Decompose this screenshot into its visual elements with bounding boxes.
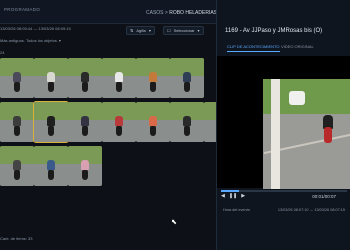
car bbox=[289, 91, 305, 105]
sort-label: Agilis bbox=[136, 28, 146, 33]
results-count: 24 bbox=[0, 50, 5, 55]
objects-filter[interactable]: Más antiguos. Todos los objetos ▾ bbox=[0, 38, 61, 43]
thumbnail[interactable] bbox=[0, 58, 34, 98]
video-frame bbox=[263, 79, 350, 189]
chevron-down-icon: ▾ bbox=[58, 38, 61, 43]
thumbnail[interactable] bbox=[68, 102, 102, 142]
thumbnail[interactable] bbox=[102, 58, 136, 98]
pause-icon[interactable]: ❚❚ bbox=[229, 193, 237, 199]
thumbnail[interactable] bbox=[68, 58, 102, 98]
pole bbox=[271, 79, 280, 189]
date-range[interactable]: 13/03/26 08:05:44 — 13/03/26 08:09:15 bbox=[0, 26, 71, 31]
thumbnail[interactable] bbox=[33, 101, 69, 143]
sort-select[interactable]: ⇅ Agilis ▾ bbox=[126, 26, 155, 35]
previous-icon[interactable]: ◀ bbox=[221, 193, 225, 199]
camera-title: 1169 - Av JJPaso y JMRosas bis (O) bbox=[225, 28, 323, 34]
motorcycle bbox=[321, 115, 335, 143]
select-label: Seleccionar bbox=[173, 28, 195, 33]
items-count: Cant. de items: 33 bbox=[0, 236, 33, 241]
thumbnail[interactable] bbox=[68, 146, 102, 186]
select-icon: ☐ bbox=[167, 28, 171, 33]
thumbnail[interactable] bbox=[136, 58, 170, 98]
thumbnail[interactable] bbox=[170, 58, 204, 98]
objects-filter-label: Más antiguos. Todos los objetos bbox=[0, 38, 57, 43]
thumbnail[interactable] bbox=[170, 102, 204, 142]
tab-bar: CLIP DE ACONTECIMIENTO VIDEO ORIGINAL bbox=[217, 44, 350, 53]
mouse-cursor-icon: ⬉ bbox=[171, 219, 177, 226]
select-dropdown[interactable]: ☐ Seleccionar ▾ bbox=[163, 26, 204, 35]
event-time-label: Hora del evento bbox=[223, 208, 250, 212]
video-progress-bar[interactable] bbox=[221, 190, 347, 192]
event-time-value: 13/03/26 08:07:10 → 13/03/26 08:07:15 bbox=[277, 208, 345, 212]
detail-panel: 1169 - Av JJPaso y JMRosas bis (O) CLIP … bbox=[216, 0, 350, 250]
event-meta: Hora del evento 13/03/26 08:07:10 → 13/0… bbox=[223, 208, 345, 212]
results-panel: 13/03/26 08:05:44 — 13/03/26 08:09:15 ⇅ … bbox=[0, 0, 238, 250]
thumbnail[interactable] bbox=[0, 146, 34, 186]
thumbnail[interactable] bbox=[0, 102, 34, 142]
video-timecode: 00:01/00:07 bbox=[312, 194, 336, 199]
thumbnail[interactable] bbox=[136, 102, 170, 142]
chevron-down-icon: ▾ bbox=[197, 28, 200, 33]
chevron-down-icon: ▾ bbox=[148, 28, 151, 33]
tab-clip[interactable]: CLIP DE ACONTECIMIENTO bbox=[227, 44, 280, 52]
video-controls: ◀ ❚❚ ▶ bbox=[221, 193, 245, 199]
video-player[interactable] bbox=[217, 56, 350, 189]
thumbnail[interactable] bbox=[102, 102, 136, 142]
sort-icon: ⇅ bbox=[130, 28, 134, 33]
thumbnail[interactable] bbox=[34, 58, 68, 98]
thumbnail[interactable] bbox=[34, 146, 68, 186]
next-icon[interactable]: ▶ bbox=[241, 193, 245, 199]
tab-original-video[interactable]: VIDEO ORIGINAL bbox=[281, 44, 314, 51]
